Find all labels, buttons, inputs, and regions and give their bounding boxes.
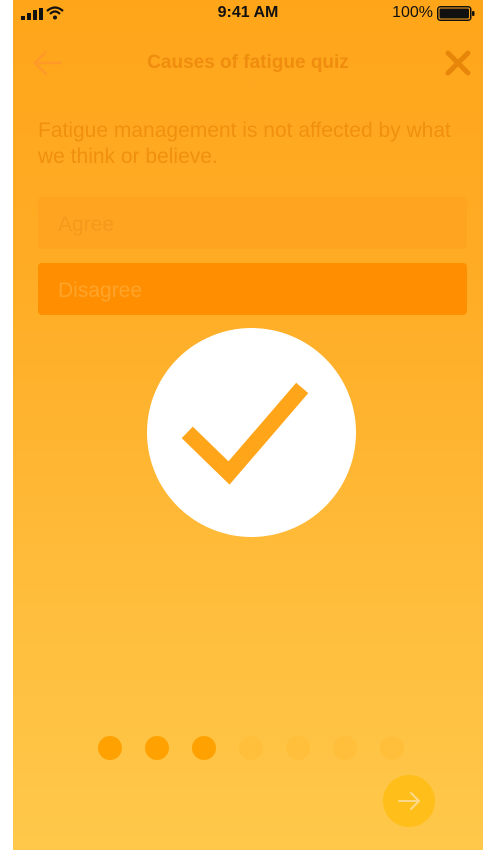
battery-percent: 100% — [392, 4, 433, 21]
answer-disagree-button[interactable]: Disagree — [38, 263, 467, 315]
arrow-left-icon — [33, 50, 63, 76]
progress-dot — [286, 736, 310, 760]
progress-dot — [239, 736, 263, 760]
progress-dot — [192, 736, 216, 760]
arrow-right-icon — [398, 792, 420, 810]
close-button[interactable] — [443, 48, 473, 78]
status-bar: 9:41 AM 100% — [13, 0, 483, 26]
quiz-screen: 9:41 AM 100% Causes of fatigue quiz Fati… — [13, 0, 483, 850]
progress-dot — [333, 736, 357, 760]
close-icon — [445, 50, 471, 76]
progress-indicator — [98, 736, 418, 762]
progress-dot — [145, 736, 169, 760]
correct-result-indicator — [147, 328, 356, 537]
progress-dot — [98, 736, 122, 760]
battery-icon — [437, 6, 475, 21]
page-title: Causes of fatigue quiz — [147, 52, 349, 73]
progress-dot — [380, 736, 404, 760]
question-text: Fatigue management is not affected by wh… — [38, 119, 451, 168]
next-button[interactable] — [383, 775, 435, 827]
back-button[interactable] — [31, 48, 65, 78]
answer-agree-button[interactable]: Agree — [38, 197, 467, 249]
nav-bar: Causes of fatigue quiz — [13, 38, 483, 88]
checkmark-icon — [181, 382, 309, 485]
